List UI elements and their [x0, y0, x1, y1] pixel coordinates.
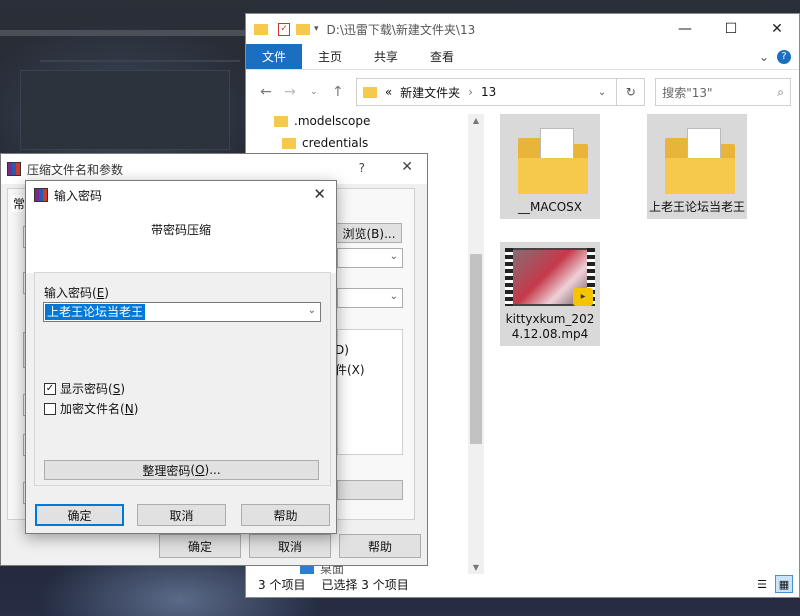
- checkbox-unchecked-icon: [44, 402, 56, 415]
- encrypt-filenames-label: 加密文件名(N): [60, 402, 139, 416]
- breadcrumb-13[interactable]: 13: [481, 85, 496, 99]
- dialog-heading: 带密码压缩: [150, 223, 211, 237]
- winrar-icon: [7, 162, 21, 176]
- tree-scrollbar[interactable]: ▲ ▼: [468, 114, 484, 574]
- option-create-sfx[interactable]: 件(X): [335, 361, 365, 378]
- back-arrow-icon[interactable]: ←: [254, 84, 278, 100]
- up-arrow-icon[interactable]: ↑: [326, 84, 350, 100]
- window-path-title: D:\迅雷下载\新建文件夹\13: [326, 22, 476, 37]
- chevron-down-icon: ⌄: [389, 251, 398, 262]
- file-item-label: kittyxkum_2024.12.08.mp4: [505, 312, 595, 341]
- encrypt-filenames-checkbox[interactable]: 加密文件名(N): [44, 400, 138, 417]
- tree-item-label: credentials: [302, 136, 369, 150]
- cancel-button[interactable]: 取消: [137, 504, 226, 526]
- new-folder-icon[interactable]: [296, 23, 310, 35]
- status-bar: 3 个项目 已选择 3 个项目 ☰ ▦: [246, 571, 799, 597]
- properties-icon[interactable]: ✓: [278, 22, 290, 36]
- status-selected-count: 已选择 3 个项目: [321, 577, 409, 592]
- tree-item-modelscope[interactable]: .modelscope: [274, 110, 370, 132]
- address-dropdown-icon[interactable]: ⌄: [598, 87, 606, 98]
- wallpaper-detail: [0, 30, 250, 36]
- help-icon[interactable]: ?: [359, 161, 365, 175]
- browse-button[interactable]: 浏览(B)...: [336, 223, 402, 243]
- tab-file[interactable]: 文件: [246, 44, 303, 69]
- archive-help-button[interactable]: 帮助: [339, 534, 421, 558]
- folder-icon: [362, 86, 377, 98]
- search-icon: ⌕: [777, 84, 784, 99]
- search-placeholder: 搜索"13": [662, 85, 713, 100]
- folder-icon: [657, 118, 737, 198]
- dialog-header-area: [26, 209, 336, 273]
- help-icon[interactable]: ?: [777, 49, 791, 64]
- update-mode-select[interactable]: ⌄: [337, 248, 403, 268]
- file-item-video[interactable]: ▶ kittyxkum_2024.12.08.mp4: [500, 242, 600, 346]
- password-dialog-title: 输入密码: [54, 188, 103, 203]
- file-item-label: 上老王论坛当老王: [649, 200, 746, 214]
- breadcrumb-separator-icon: ›: [468, 85, 473, 99]
- password-input[interactable]: 上老王论坛当老王 ⌄: [43, 302, 321, 322]
- tree-item-label: .modelscope: [294, 114, 371, 128]
- navigation-tree: .modelscope credentials: [274, 110, 370, 154]
- ok-button[interactable]: 确定: [35, 504, 124, 526]
- chevron-down-icon[interactable]: ⌄: [308, 305, 316, 316]
- show-password-checkbox[interactable]: ✓ 显示密码(S): [44, 380, 125, 397]
- tab-home[interactable]: 主页: [302, 44, 358, 69]
- scrollbar-thumb[interactable]: [470, 254, 482, 444]
- recent-dropdown-icon[interactable]: ⌄: [302, 87, 326, 97]
- navigation-bar: ← → ⌄ ↑ « 新建文件夹 › 13 ⌄ ↻ 搜索"13" ⌕: [246, 70, 799, 114]
- close-icon[interactable]: ✕: [401, 159, 413, 175]
- tab-view[interactable]: 查看: [414, 44, 470, 69]
- password-dialog-titlebar[interactable]: 输入密码: [26, 181, 336, 209]
- archive-dialog-title: 压缩文件名和参数: [27, 162, 124, 177]
- organize-passwords-button[interactable]: 整理密码(O)...: [44, 460, 319, 480]
- details-view-icon[interactable]: ☰: [753, 575, 771, 593]
- winrar-icon: [34, 188, 48, 202]
- checkbox-checked-icon: ✓: [44, 382, 56, 395]
- maximize-button[interactable]: ☐: [708, 14, 754, 44]
- ribbon-tabs: 文件 主页 共享 查看 ⌄ ?: [246, 44, 799, 70]
- ribbon-expand-icon[interactable]: ⌄: [759, 50, 769, 64]
- compression-method-select[interactable]: ⌄: [337, 288, 403, 308]
- close-button[interactable]: ✕: [754, 14, 800, 44]
- folder-icon: [510, 118, 590, 198]
- file-item-label: __MACOSX: [517, 200, 582, 214]
- breadcrumb-overflow-icon[interactable]: «: [385, 85, 392, 99]
- archive-cancel-button[interactable]: 取消: [249, 534, 331, 558]
- address-bar[interactable]: « 新建文件夹 › 13 ⌄ ↻: [355, 78, 646, 106]
- player-badge-icon: ▶: [573, 288, 593, 306]
- show-password-label: 显示密码(S): [60, 382, 126, 396]
- option-delete-files[interactable]: D): [335, 343, 349, 357]
- archive-ok-button[interactable]: 确定: [159, 534, 241, 558]
- status-item-count: 3 个项目: [258, 577, 306, 592]
- file-item-folder[interactable]: 上老王论坛当老王: [647, 114, 747, 219]
- password-field-label: 输入密码(E): [44, 286, 109, 300]
- help-button[interactable]: 帮助: [241, 504, 330, 526]
- video-thumbnail-icon: ▶: [505, 248, 595, 306]
- password-value: 上老王论坛当老王: [45, 304, 146, 320]
- quick-access-dropdown-icon[interactable]: ▾: [314, 24, 319, 34]
- tab-share[interactable]: 共享: [358, 44, 414, 69]
- forward-arrow-icon[interactable]: →: [278, 84, 302, 100]
- set-password-button[interactable]: [337, 480, 403, 500]
- minimize-button[interactable]: —: [662, 14, 708, 44]
- enter-password-dialog: 输入密码 ✕ 带密码压缩 输入密码(E) 上老王论坛当老王 ⌄ ✓ 显示密码(S…: [25, 180, 337, 534]
- chevron-down-icon: ⌄: [389, 291, 398, 302]
- folder-icon: [254, 23, 268, 35]
- refresh-icon[interactable]: ↻: [616, 79, 644, 105]
- scroll-up-icon[interactable]: ▲: [468, 116, 484, 125]
- search-input[interactable]: 搜索"13" ⌕: [655, 78, 791, 106]
- folder-icon: [274, 115, 288, 127]
- tree-item-credentials[interactable]: credentials: [282, 132, 370, 154]
- breadcrumb-new-folder[interactable]: 新建文件夹: [400, 84, 460, 101]
- wallpaper-detail: [20, 70, 230, 150]
- wallpaper-detail: [40, 60, 240, 62]
- file-item-macosx[interactable]: __MACOSX: [500, 114, 600, 219]
- large-icons-view-icon[interactable]: ▦: [775, 575, 793, 593]
- folder-icon: [282, 137, 296, 149]
- close-icon[interactable]: ✕: [313, 185, 326, 203]
